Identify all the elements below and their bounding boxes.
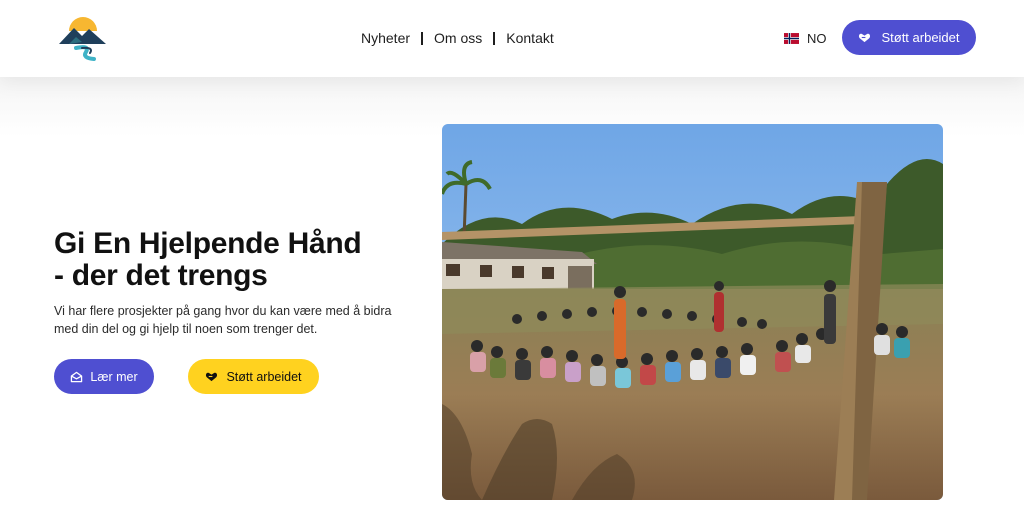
- logo-icon[interactable]: [56, 14, 110, 62]
- hero-title-line2: - der det trengs: [54, 259, 268, 292]
- support-button-hero-label: Støtt arbeidet: [226, 369, 302, 384]
- support-button-label: Støtt arbeidet: [881, 30, 960, 45]
- main-nav: Nyheter Om oss Kontakt: [361, 28, 554, 48]
- nav-item-om-oss[interactable]: Om oss: [434, 30, 482, 46]
- language-code: NO: [807, 31, 827, 46]
- mail-open-icon: [71, 371, 83, 382]
- learn-more-button[interactable]: Lær mer: [54, 359, 154, 394]
- heart-hand-icon: [206, 372, 218, 382]
- support-button-hero[interactable]: Støtt arbeidet: [188, 359, 319, 394]
- hero-description: Vi har flere prosjekter på gang hvor du …: [54, 304, 392, 336]
- hero-photo: [442, 124, 943, 500]
- nav-separator: [421, 31, 424, 45]
- nav-separator: [493, 31, 496, 45]
- heart-hand-icon: [859, 33, 871, 43]
- support-button-header[interactable]: Støtt arbeidet: [842, 20, 976, 55]
- norway-flag-icon: [784, 33, 799, 44]
- nav-item-kontakt[interactable]: Kontakt: [506, 30, 553, 46]
- hero-title: Gi En Hjelpende Hånd - der det trengs: [54, 228, 414, 292]
- site-header: Nyheter Om oss Kontakt NO Støtt arbeidet: [0, 0, 1024, 77]
- language-switcher[interactable]: NO: [784, 31, 827, 46]
- learn-more-label: Lær mer: [90, 369, 138, 384]
- nav-item-nyheter[interactable]: Nyheter: [361, 30, 410, 46]
- hero-title-line1: Gi En Hjelpende Hånd: [54, 227, 362, 260]
